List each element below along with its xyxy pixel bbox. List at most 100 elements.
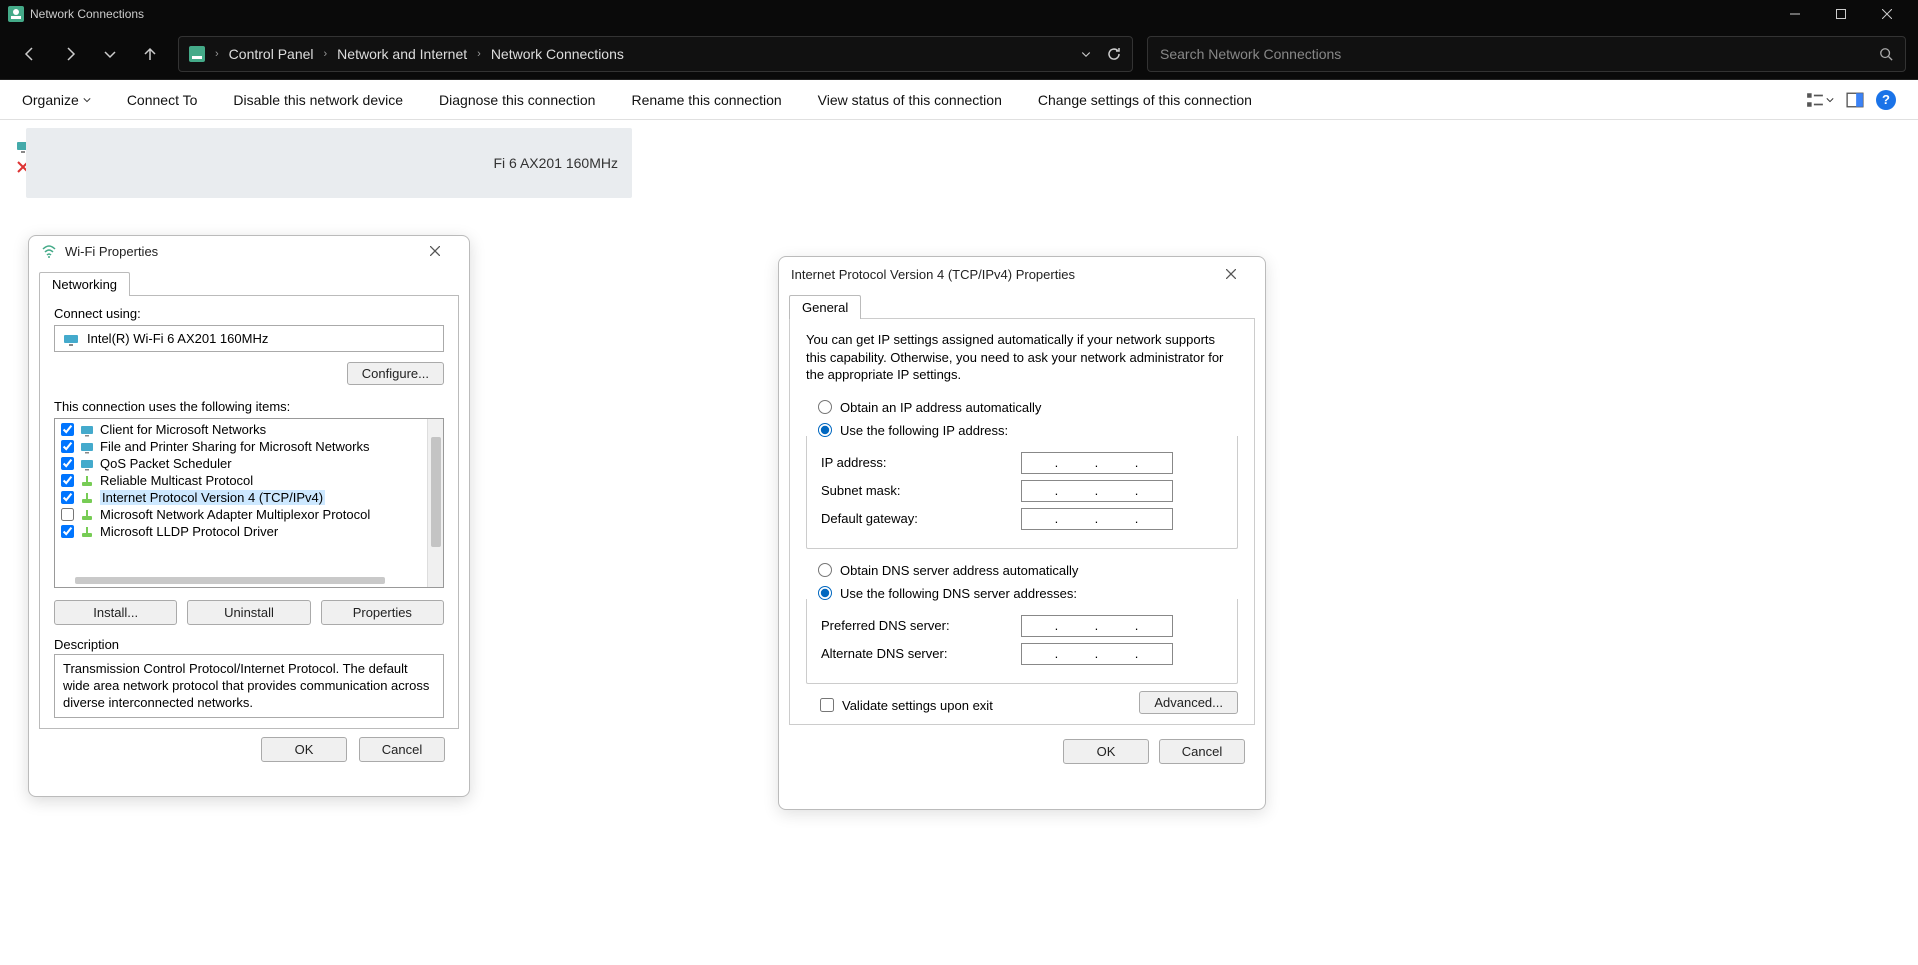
description-text: Transmission Control Protocol/Internet P… — [54, 654, 444, 718]
forward-button[interactable] — [52, 36, 88, 72]
subnet-mask-field[interactable]: ... — [1021, 480, 1173, 502]
radio-input[interactable] — [818, 400, 832, 414]
validate-checkbox[interactable] — [820, 698, 834, 712]
organize-menu[interactable]: Organize — [22, 92, 91, 108]
breadcrumb-control-panel[interactable]: Control Panel — [229, 46, 314, 62]
gateway-label: Default gateway: — [821, 511, 1021, 526]
minimize-button[interactable] — [1772, 0, 1818, 28]
item-checkbox[interactable] — [61, 457, 74, 470]
connect-using-label: Connect using: — [54, 306, 444, 321]
adapter-field: Intel(R) Wi-Fi 6 AX201 160MHz — [54, 325, 444, 352]
advanced-button[interactable]: Advanced... — [1139, 691, 1238, 714]
tab-panel: You can get IP settings assigned automat… — [789, 318, 1255, 725]
ok-button[interactable]: OK — [1063, 739, 1149, 764]
view-options[interactable] — [1806, 91, 1834, 109]
radio-input[interactable] — [818, 586, 832, 600]
breadcrumb-network-connections[interactable]: Network Connections — [491, 46, 624, 62]
tcpip-properties-dialog: Internet Protocol Version 4 (TCP/IPv4) P… — [778, 256, 1266, 810]
radio-label: Obtain DNS server address automatically — [840, 563, 1078, 578]
ip-settings-group: IP address:... Subnet mask:... Default g… — [806, 436, 1238, 549]
chevron-down-icon — [83, 96, 91, 104]
radio-input[interactable] — [818, 423, 832, 437]
uninstall-button[interactable]: Uninstall — [187, 600, 310, 625]
item-checkbox[interactable] — [61, 508, 74, 521]
tab-networking[interactable]: Networking — [39, 272, 130, 296]
alternate-dns-field[interactable]: ... — [1021, 643, 1173, 665]
cmd-connect-to[interactable]: Connect To — [127, 92, 198, 108]
maximize-button[interactable] — [1818, 0, 1864, 28]
close-button[interactable] — [1864, 0, 1910, 28]
default-gateway-field[interactable]: ... — [1021, 508, 1173, 530]
cmd-view-status[interactable]: View status of this connection — [818, 92, 1002, 108]
protocol-item[interactable]: Reliable Multicast Protocol — [59, 472, 439, 489]
item-label: File and Printer Sharing for Microsoft N… — [100, 439, 369, 454]
ip-address-field[interactable]: ... — [1021, 452, 1173, 474]
item-label: Client for Microsoft Networks — [100, 422, 266, 437]
protocol-item[interactable]: File and Printer Sharing for Microsoft N… — [59, 438, 439, 455]
item-checkbox[interactable] — [61, 474, 74, 487]
close-button[interactable] — [1209, 261, 1253, 287]
configure-button[interactable]: Configure... — [347, 362, 444, 385]
back-button[interactable] — [12, 36, 48, 72]
up-button[interactable] — [132, 36, 168, 72]
chevron-down-icon[interactable] — [1080, 48, 1092, 60]
content-area: Fi 6 AX201 160MHz Wi-Fi Properties Netwo… — [0, 120, 1918, 965]
protocol-item[interactable]: Microsoft LLDP Protocol Driver — [59, 523, 439, 540]
adapter-icon — [63, 332, 79, 346]
radio-dns-auto[interactable]: Obtain DNS server address automatically — [818, 563, 1238, 578]
validate-label: Validate settings upon exit — [842, 698, 993, 713]
radio-ip-auto[interactable]: Obtain an IP address automatically — [818, 400, 1238, 415]
window-title: Network Connections — [30, 7, 144, 21]
cancel-button[interactable]: Cancel — [359, 737, 445, 762]
horizontal-scrollbar[interactable] — [75, 577, 385, 584]
dialog-titlebar: Internet Protocol Version 4 (TCP/IPv4) P… — [779, 257, 1265, 291]
organize-label: Organize — [22, 92, 79, 108]
chevron-down-icon — [1826, 96, 1834, 104]
cmd-rename[interactable]: Rename this connection — [631, 92, 781, 108]
install-button[interactable]: Install... — [54, 600, 177, 625]
item-label: Microsoft Network Adapter Multiplexor Pr… — [100, 507, 370, 522]
items-heading: This connection uses the following items… — [54, 399, 444, 414]
description-label: Description — [54, 637, 444, 652]
item-checkbox[interactable] — [61, 491, 74, 504]
vertical-scrollbar[interactable] — [427, 419, 443, 587]
protocol-item[interactable]: QoS Packet Scheduler — [59, 455, 439, 472]
network-service-icon — [80, 457, 94, 471]
breadcrumb-network-internet[interactable]: Network and Internet — [337, 46, 467, 62]
cancel-button[interactable]: Cancel — [1159, 739, 1245, 764]
cmd-disable-device[interactable]: Disable this network device — [233, 92, 403, 108]
scrollbar-thumb[interactable] — [431, 437, 441, 547]
close-button[interactable] — [413, 238, 457, 264]
item-checkbox[interactable] — [61, 423, 74, 436]
item-checkbox[interactable] — [61, 440, 74, 453]
protocol-item[interactable]: Microsoft Network Adapter Multiplexor Pr… — [59, 506, 439, 523]
protocol-item[interactable]: Client for Microsoft Networks — [59, 421, 439, 438]
titlebar: Network Connections — [0, 0, 1918, 28]
protocol-icon — [80, 474, 94, 488]
protocol-icon — [80, 525, 94, 539]
chevron-right-icon: › — [215, 48, 219, 60]
item-checkbox[interactable] — [61, 525, 74, 538]
tab-general[interactable]: General — [789, 295, 861, 319]
cmd-diagnose[interactable]: Diagnose this connection — [439, 92, 595, 108]
adapter-name: Intel(R) Wi-Fi 6 AX201 160MHz — [87, 331, 268, 346]
preferred-dns-field[interactable]: ... — [1021, 615, 1173, 637]
cmd-change-settings[interactable]: Change settings of this connection — [1038, 92, 1252, 108]
ip-address-label: IP address: — [821, 455, 1021, 470]
search-box[interactable]: Search Network Connections — [1147, 36, 1906, 72]
item-label: Microsoft LLDP Protocol Driver — [100, 524, 278, 539]
tcp-dialog-title: Internet Protocol Version 4 (TCP/IPv4) P… — [791, 267, 1075, 282]
radio-input[interactable] — [818, 563, 832, 577]
protocol-item[interactable]: Internet Protocol Version 4 (TCP/IPv4) — [59, 489, 439, 506]
tab-panel: Connect using: Intel(R) Wi-Fi 6 AX201 16… — [39, 295, 459, 729]
help-button[interactable]: ? — [1876, 90, 1896, 110]
refresh-icon[interactable] — [1106, 46, 1122, 62]
address-bar[interactable]: › Control Panel › Network and Internet ›… — [178, 36, 1133, 72]
alternate-dns-label: Alternate DNS server: — [821, 646, 1021, 661]
preview-pane-icon[interactable] — [1846, 91, 1864, 109]
properties-button[interactable]: Properties — [321, 600, 444, 625]
history-dropdown[interactable] — [92, 36, 128, 72]
items-listbox[interactable]: Client for Microsoft Networks File and Pr… — [54, 418, 444, 588]
wifi-adapter-tile[interactable]: Fi 6 AX201 160MHz — [26, 128, 632, 198]
ok-button[interactable]: OK — [261, 737, 347, 762]
